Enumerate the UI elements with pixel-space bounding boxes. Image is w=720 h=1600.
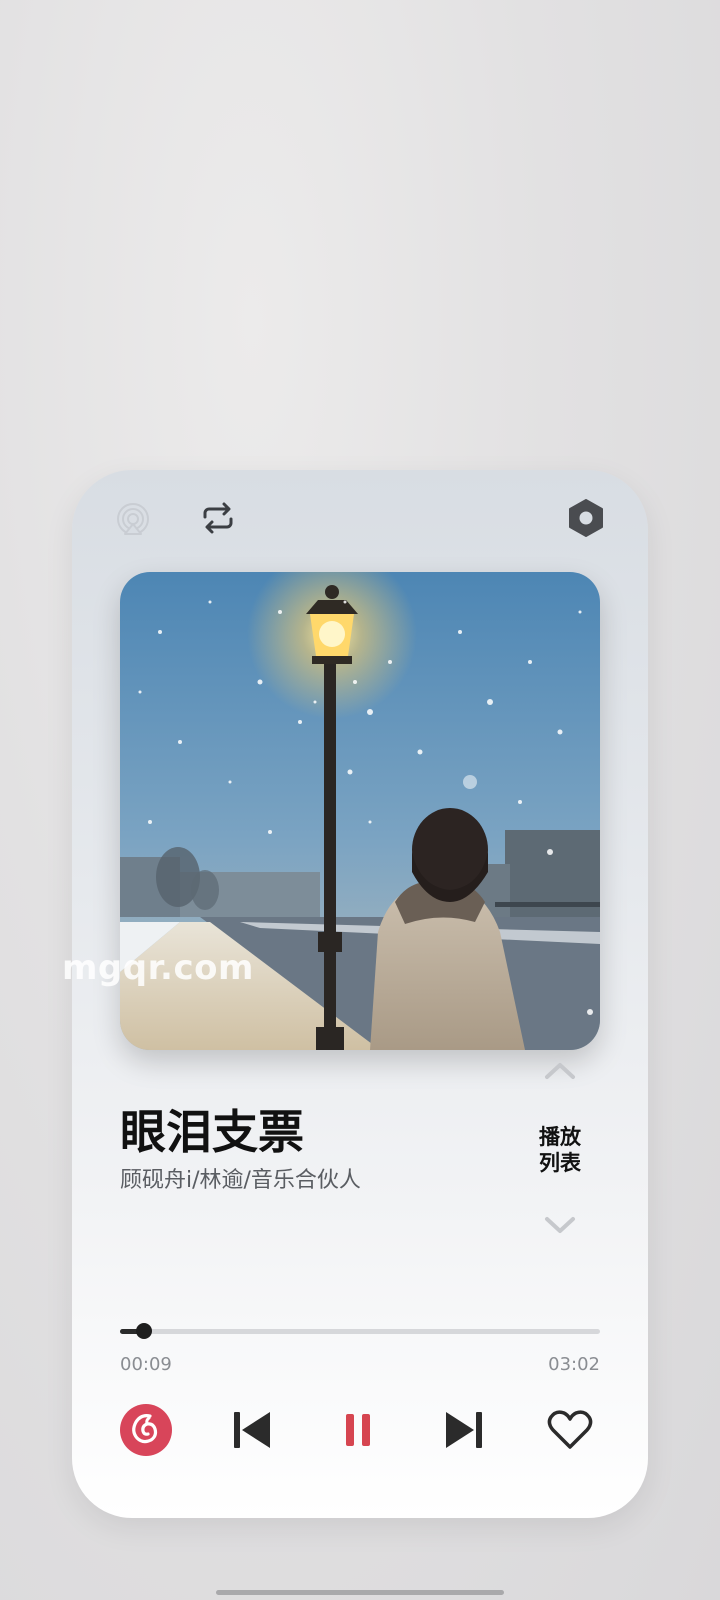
elapsed-time: 00:09 (120, 1354, 172, 1375)
skip-next-icon[interactable] (434, 1400, 494, 1460)
chevron-up-icon[interactable] (543, 1060, 577, 1084)
pause-icon[interactable] (328, 1400, 388, 1460)
hexagon-settings-icon[interactable] (566, 498, 606, 538)
chevron-down-icon[interactable] (543, 1216, 577, 1240)
total-time: 03:02 (548, 1354, 600, 1375)
playlist-selector[interactable]: 播放列表 (510, 1060, 610, 1240)
song-artist[interactable]: 顾砚舟i/林逾/音乐合伙人 (120, 1162, 361, 1194)
repeat-icon[interactable] (200, 500, 236, 536)
netease-music-logo-icon[interactable] (116, 1400, 176, 1460)
watermark-text: mgqr.com (62, 948, 254, 988)
progress-slider[interactable] (120, 1322, 600, 1342)
airplay-icon[interactable] (116, 502, 150, 536)
progress-thumb[interactable] (136, 1323, 152, 1339)
heart-icon[interactable] (540, 1400, 600, 1460)
playback-controls (116, 1400, 604, 1470)
skip-previous-icon[interactable] (222, 1400, 282, 1460)
playlist-label[interactable]: 播放列表 (536, 1124, 584, 1176)
music-player-card: 眼泪支票 顾砚舟i/林逾/音乐合伙人 播放列表 00:09 03:02 (72, 470, 648, 1518)
progress-track[interactable] (120, 1329, 600, 1334)
song-title: 眼泪支票 (120, 1105, 304, 1159)
home-indicator[interactable] (216, 1590, 504, 1595)
